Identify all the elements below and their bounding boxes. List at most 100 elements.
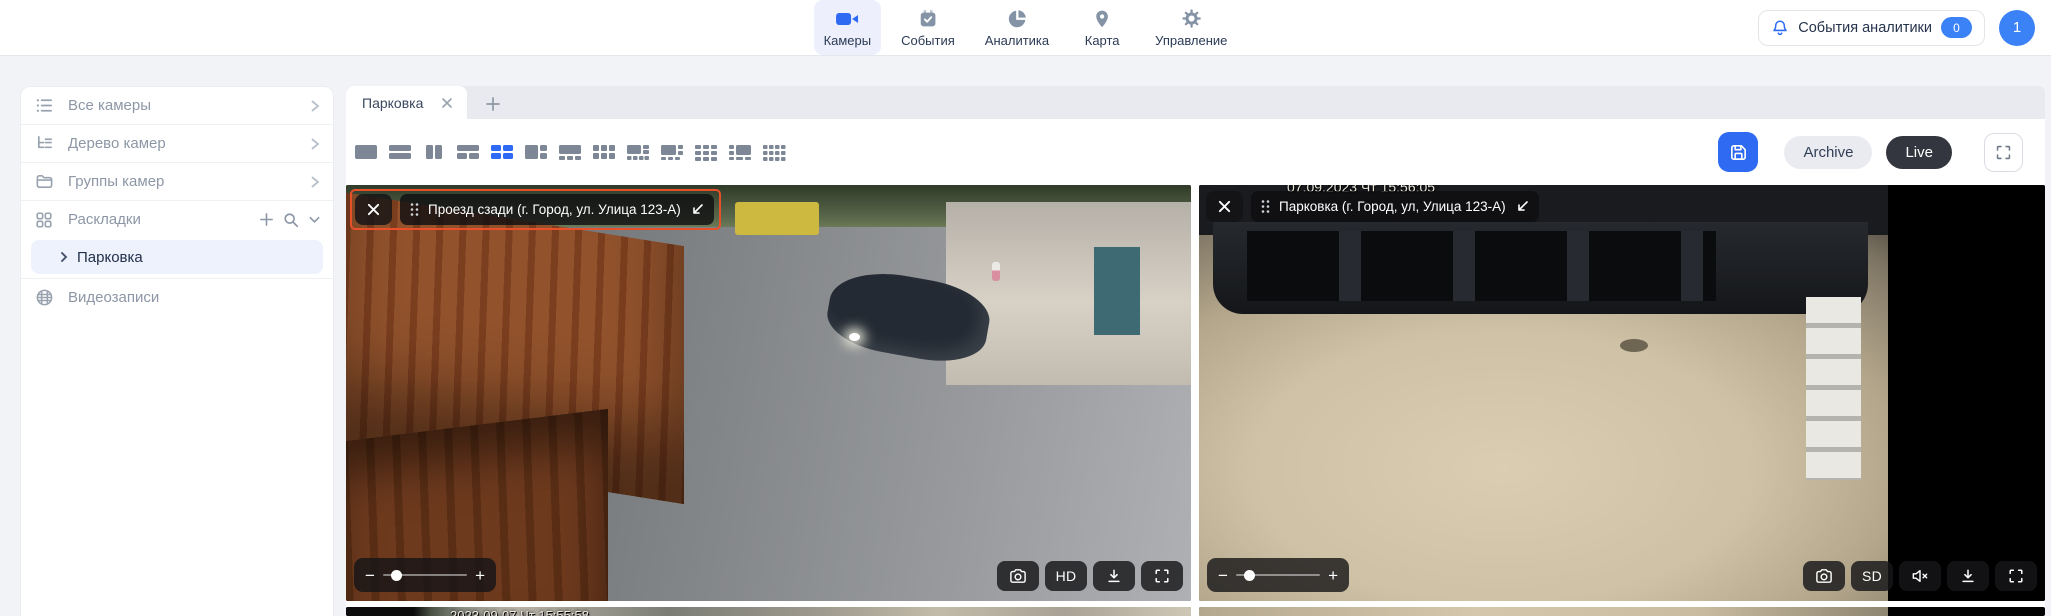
sidebar-item-all-cameras[interactable]: Все камеры xyxy=(21,87,333,125)
camera-title: Парковка (г. Город, ул, Улица 123-А) xyxy=(1279,199,1506,214)
sidebar-item-label: Видеозаписи xyxy=(68,289,321,306)
sidebar-item-label: Все камеры xyxy=(68,97,296,114)
camera-tile-partial-right[interactable] xyxy=(1199,607,2045,616)
drag-handle-icon[interactable] xyxy=(410,202,419,217)
close-camera-button[interactable] xyxy=(1206,191,1243,222)
sidebar-item-layouts[interactable]: Раскладки xyxy=(21,201,333,238)
zoom-out-button[interactable]: − xyxy=(365,567,375,584)
nav-label: Карта xyxy=(1085,33,1120,48)
camera-controls: SD xyxy=(1803,561,2037,591)
download-button[interactable] xyxy=(1947,561,1989,591)
drag-handle-icon[interactable] xyxy=(1261,199,1270,214)
close-tab-icon[interactable] xyxy=(441,97,453,109)
content-panel: Archive Live xyxy=(346,119,2045,616)
quality-button[interactable]: SD xyxy=(1851,561,1893,591)
quality-button[interactable]: HD xyxy=(1045,561,1087,591)
analytics-events-label: События аналитики xyxy=(1798,20,1932,36)
collapse-arrow-icon[interactable] xyxy=(1515,200,1529,214)
fullscreen-icon xyxy=(1995,144,2012,161)
fullscreen-icon xyxy=(2008,568,2024,584)
tab-label: Парковка xyxy=(362,95,423,111)
camera-header: Парковка (г. Город, ул, Улица 123-А) xyxy=(1206,191,1539,222)
quality-label: SD xyxy=(1862,568,1882,584)
layout-icon-4x3[interactable] xyxy=(762,143,786,161)
save-layout-button[interactable] xyxy=(1718,132,1758,172)
map-pin-icon xyxy=(1092,8,1112,30)
nav-events[interactable]: События xyxy=(891,0,965,55)
nav-cameras[interactable]: Камеры xyxy=(814,0,882,55)
video-frame xyxy=(346,185,1191,601)
camera-label-bar[interactable]: Проезд сзади (г. Город, ул. Улица 123-А) xyxy=(400,194,714,225)
camera-tile-partial-left[interactable]: 2023-09-07 Чт 15:55:58 xyxy=(346,607,1191,616)
sidebar-item-layout-parkovka[interactable]: Парковка xyxy=(31,240,323,274)
fullscreen-button[interactable] xyxy=(1995,561,2037,591)
camera-label-bar[interactable]: Парковка (г. Город, ул, Улица 123-А) xyxy=(1251,191,1539,222)
layout-icon-1[interactable] xyxy=(354,143,378,161)
pie-chart-icon xyxy=(1006,8,1028,30)
download-icon xyxy=(1106,568,1122,584)
chevron-right-icon xyxy=(309,137,321,151)
zoom-slider-handle[interactable] xyxy=(1244,570,1255,581)
zoom-in-button[interactable]: + xyxy=(1328,567,1338,584)
tab-parkovka[interactable]: Парковка xyxy=(346,86,467,119)
analytics-events-button[interactable]: События аналитики 0 xyxy=(1758,10,1985,46)
speaker-muted-icon xyxy=(1911,568,1929,584)
fullscreen-layout-button[interactable] xyxy=(1984,133,2023,172)
snapshot-button[interactable] xyxy=(997,561,1039,591)
sidebar-item-label: Дерево камер xyxy=(68,135,296,152)
sidebar-item-video-records[interactable]: Видеозаписи xyxy=(21,278,333,316)
download-button[interactable] xyxy=(1093,561,1135,591)
nav-analytics[interactable]: Аналитика xyxy=(975,0,1059,55)
layout-icon-2-cols[interactable] xyxy=(422,143,446,161)
layout-icon-1-plus-3[interactable] xyxy=(558,143,582,161)
video-grid: Проезд сзади (г. Город, ул. Улица 123-А)… xyxy=(346,185,2045,616)
search-icon[interactable] xyxy=(283,212,299,228)
live-mode-button[interactable]: Live xyxy=(1886,136,1952,169)
layout-options xyxy=(354,143,786,161)
main-nav: Камеры События Аналитика Карта xyxy=(814,0,1238,55)
layout-icon-3x2[interactable] xyxy=(592,143,616,161)
add-tab-icon[interactable] xyxy=(485,96,501,112)
collapse-arrow-icon[interactable] xyxy=(690,203,704,217)
layout-icon-2-rows[interactable] xyxy=(388,143,412,161)
tab-bar: Парковка xyxy=(346,86,2045,119)
sidebar-item-camera-tree[interactable]: Дерево камер xyxy=(21,125,333,163)
sidebar-item-camera-groups[interactable]: Группы камер xyxy=(21,163,333,201)
snapshot-button[interactable] xyxy=(1803,561,1845,591)
zoom-slider-track[interactable] xyxy=(383,574,467,576)
video-frame xyxy=(1199,607,1888,616)
nav-management[interactable]: Управление xyxy=(1145,0,1237,55)
layout-icon-1-plus-7[interactable] xyxy=(660,143,684,161)
layout-icon-1-plus-7-right[interactable] xyxy=(728,143,752,161)
layout-icon-2x2[interactable] xyxy=(490,143,514,161)
user-avatar[interactable]: 1 xyxy=(1999,10,2035,46)
mute-button[interactable] xyxy=(1899,561,1941,591)
layout-icon-3x3[interactable] xyxy=(694,143,718,161)
header: Камеры События Аналитика Карта xyxy=(0,0,2051,56)
add-layout-icon[interactable] xyxy=(259,212,274,227)
header-right: События аналитики 0 1 xyxy=(1758,0,2035,55)
nav-map[interactable]: Карта xyxy=(1069,0,1135,55)
zoom-slider-handle[interactable] xyxy=(391,570,402,581)
layout-icon-1-plus-2[interactable] xyxy=(456,143,480,161)
camera-tile-parkovka[interactable]: 07.09.2023 Чт 15:56:05 Парковка (г. Горо… xyxy=(1199,185,2045,601)
calendar-check-icon xyxy=(917,8,939,30)
zoom-in-button[interactable]: + xyxy=(475,567,485,584)
camera-tile-proezd-szadi[interactable]: Проезд сзади (г. Город, ул. Улица 123-А)… xyxy=(346,185,1191,601)
main-area: Парковка xyxy=(346,86,2045,616)
fullscreen-button[interactable] xyxy=(1141,561,1183,591)
vms-app: Камеры События Аналитика Карта xyxy=(0,0,2051,616)
list-icon xyxy=(35,96,55,115)
zoom-out-button[interactable]: − xyxy=(1218,567,1228,584)
layouts-actions xyxy=(259,212,321,228)
archive-mode-button[interactable]: Archive xyxy=(1784,136,1872,169)
grid-icon xyxy=(35,211,55,229)
layout-icon-1-plus-6[interactable] xyxy=(626,143,650,161)
nav-label: Аналитика xyxy=(985,33,1049,48)
events-count-badge: 0 xyxy=(1941,17,1972,38)
quality-label: HD xyxy=(1056,568,1077,584)
chevron-down-icon[interactable] xyxy=(308,213,321,226)
zoom-slider-track[interactable] xyxy=(1236,574,1320,576)
close-camera-button[interactable] xyxy=(355,194,392,225)
layout-icon-1-plus-2-right[interactable] xyxy=(524,143,548,161)
